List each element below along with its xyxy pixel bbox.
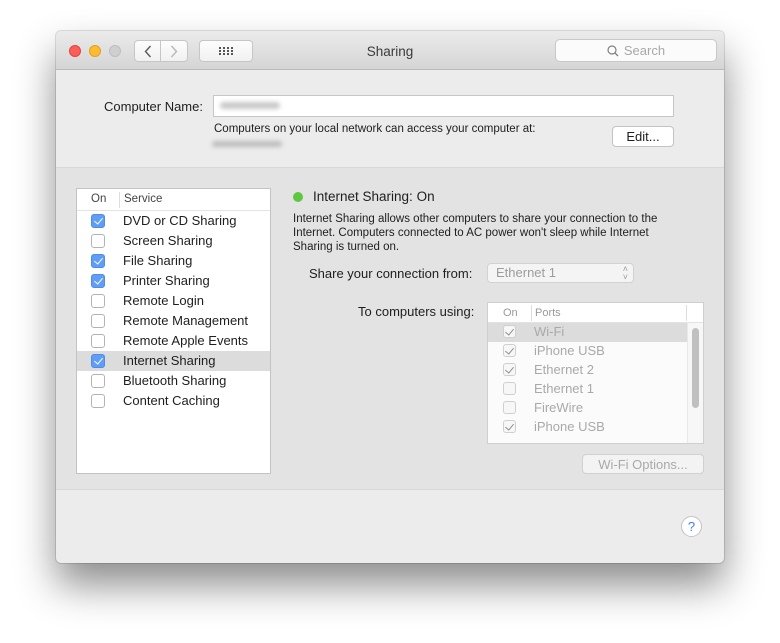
service-row[interactable]: Remote Management	[77, 311, 270, 331]
ports-list-header: On Ports	[488, 303, 703, 323]
redacted-computer-name	[220, 102, 280, 109]
service-checkbox[interactable]	[91, 214, 105, 228]
port-row[interactable]: Ethernet 1	[488, 380, 688, 399]
status-indicator-icon	[293, 192, 303, 202]
port-label: Ethernet 1	[534, 381, 594, 396]
port-checkbox[interactable]	[503, 344, 516, 357]
service-status: Internet Sharing: On	[313, 189, 435, 204]
search-icon	[607, 44, 619, 56]
computer-name-section: Computer Name: Computers on your local n…	[56, 71, 724, 168]
port-checkbox[interactable]	[503, 401, 516, 414]
service-checkbox[interactable]	[91, 294, 105, 308]
ports-list: On Ports Wi-Fi iPhone USB Ethernet 2 Ethern…	[487, 302, 704, 444]
service-checkbox[interactable]	[91, 394, 105, 408]
service-label: Bluetooth Sharing	[123, 373, 227, 388]
sharing-window: Sharing Search Computer Name: Computers …	[56, 31, 724, 563]
services-section: On Service DVD or CD Sharing Screen Shari…	[56, 168, 724, 490]
share-from-value: Ethernet 1	[496, 265, 556, 280]
port-checkbox[interactable]	[503, 363, 516, 376]
service-row[interactable]: DVD or CD Sharing	[77, 211, 270, 231]
service-row[interactable]: Printer Sharing	[77, 271, 270, 291]
service-label: Content Caching	[123, 393, 220, 408]
service-row[interactable]: Remote Apple Events	[77, 331, 270, 351]
service-label: File Sharing	[123, 253, 193, 268]
scrollbar-thumb[interactable]	[692, 328, 699, 408]
local-network-access-text: Computers on your local network can acce…	[214, 123, 536, 135]
service-checkbox[interactable]	[91, 314, 105, 328]
service-description: Internet Sharing allows other computers …	[293, 213, 658, 253]
service-checkbox[interactable]	[91, 334, 105, 348]
title-bar: Sharing Search	[56, 31, 724, 70]
service-row[interactable]: Screen Sharing	[77, 231, 270, 251]
share-from-label: Share your connection from:	[309, 266, 473, 281]
port-row[interactable]: Wi-Fi	[488, 323, 688, 342]
port-checkbox[interactable]	[503, 420, 516, 433]
column-header-on[interactable]: On	[91, 193, 106, 205]
share-from-select[interactable]: Ethernet 1 ˄ ˅	[487, 263, 634, 283]
computer-name-input[interactable]	[213, 95, 674, 117]
service-row[interactable]: File Sharing	[77, 251, 270, 271]
service-checkbox[interactable]	[91, 354, 105, 368]
port-label: Ethernet 2	[534, 362, 594, 377]
port-label: iPhone USB	[534, 343, 605, 358]
port-label: iPhone USB	[534, 419, 605, 434]
port-row[interactable]: FireWire	[488, 399, 688, 418]
service-label: Internet Sharing	[123, 353, 216, 368]
column-header-on[interactable]: On	[503, 307, 518, 319]
port-row[interactable]: Ethernet 2	[488, 361, 688, 380]
column-header-service[interactable]: Service	[124, 193, 162, 205]
ports-scrollbar[interactable]	[687, 323, 703, 443]
service-label: Printer Sharing	[123, 273, 210, 288]
service-label: Remote Apple Events	[123, 333, 249, 348]
service-row[interactable]: Bluetooth Sharing	[77, 371, 270, 391]
edit-button[interactable]: Edit...	[612, 126, 674, 147]
service-row[interactable]: Internet Sharing	[77, 351, 270, 371]
port-label: Wi-Fi	[534, 324, 565, 339]
service-label: DVD or CD Sharing	[123, 213, 237, 228]
port-checkbox[interactable]	[503, 325, 516, 338]
port-label: FireWire	[534, 400, 584, 415]
column-separator	[686, 305, 687, 321]
column-separator	[119, 192, 120, 208]
port-row[interactable]: iPhone USB	[488, 418, 688, 437]
services-list-header: On Service	[77, 189, 270, 211]
port-row[interactable]: iPhone USB	[488, 342, 688, 361]
service-row[interactable]: Remote Login	[77, 291, 270, 311]
service-checkbox[interactable]	[91, 274, 105, 288]
service-checkbox[interactable]	[91, 254, 105, 268]
service-row[interactable]: Content Caching	[77, 391, 270, 411]
service-checkbox[interactable]	[91, 374, 105, 388]
wifi-options-button[interactable]: Wi-Fi Options...	[582, 454, 704, 474]
services-list: On Service DVD or CD Sharing Screen Shari…	[76, 188, 271, 474]
service-label: Screen Sharing	[123, 233, 213, 248]
column-separator	[531, 305, 532, 321]
service-checkbox[interactable]	[91, 234, 105, 248]
search-placeholder: Search	[623, 43, 666, 58]
service-label: Remote Login	[123, 293, 204, 308]
column-header-ports[interactable]: Ports	[535, 307, 561, 319]
computer-name-label: Computer Name:	[104, 99, 203, 114]
updown-chevron-icon: ˄ ˅	[622, 264, 628, 282]
help-button[interactable]: ?	[681, 516, 702, 537]
search-field[interactable]: Search	[555, 39, 717, 62]
to-computers-label: To computers using:	[358, 304, 475, 319]
redacted-local-address	[212, 141, 282, 147]
service-label: Remote Management	[123, 313, 249, 328]
port-checkbox[interactable]	[503, 382, 516, 395]
